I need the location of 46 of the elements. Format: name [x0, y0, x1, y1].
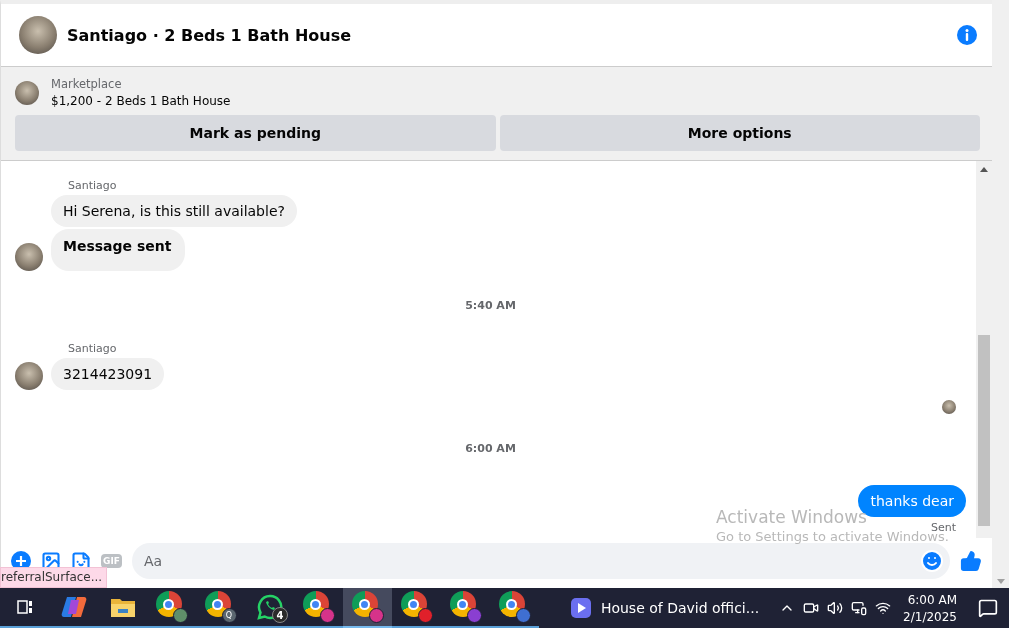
delivery-status: Sent [930, 521, 956, 534]
message-bubble: Message sent [51, 229, 186, 271]
display-icon[interactable] [851, 600, 868, 616]
message-bubble: 3214423091 [51, 358, 165, 390]
camera-icon[interactable] [803, 600, 820, 616]
message-bubble: Hi Serena, is this still available? [51, 195, 297, 227]
conversation-title: Santiago · 2 Beds 1 Bath House [67, 25, 353, 45]
listing-source: Marketplace [51, 77, 123, 91]
sender-name: Santiago [68, 342, 118, 355]
chat-app-icon [256, 594, 283, 620]
info-icon[interactable] [956, 24, 978, 46]
listing-title: $1,200 - 2 Beds 1 Bath House [51, 94, 231, 108]
read-receipt-avatar [942, 400, 956, 414]
task-view-icon [16, 599, 33, 615]
browser-icon [449, 591, 482, 623]
browser-icon [302, 591, 335, 623]
browser-icon [400, 591, 433, 623]
listing-thumbnail [15, 80, 39, 105]
notifications-icon[interactable] [978, 598, 998, 618]
link-status-tooltip: referralSurface... [0, 567, 108, 588]
volume-icon[interactable] [827, 600, 844, 616]
avatar [15, 362, 43, 390]
folder-icon [110, 597, 135, 617]
scrollbar-thumb[interactable] [978, 334, 990, 526]
browser-icon [498, 591, 531, 623]
timestamp: 5:40 AM [465, 299, 516, 312]
taskbar-app[interactable]: Q [196, 588, 245, 628]
listing-action-button[interactable]: Mark as pending [15, 115, 496, 151]
media-title[interactable]: House of David offici... [600, 600, 760, 616]
copilot-icon [60, 594, 87, 620]
photo-placeholder [19, 16, 57, 54]
wifi-icon[interactable] [875, 600, 892, 616]
browser-icon [155, 591, 188, 623]
message-input-field[interactable]: Aa [131, 543, 950, 579]
avatar [15, 243, 43, 271]
timestamp: 6:00 AM [465, 442, 516, 455]
browser-icon [351, 591, 384, 623]
play-icon [570, 598, 591, 618]
notification-count: 4 [272, 607, 288, 623]
clock-date[interactable]: 2/1/2025 [903, 609, 957, 624]
thumbs-up-icon[interactable] [960, 550, 982, 572]
taskbar-app[interactable]: 4 [245, 588, 294, 628]
taskbar-app[interactable] [343, 588, 392, 628]
listing-action-button[interactable]: More options [499, 115, 980, 151]
sender-name: Santiago [68, 179, 118, 192]
clock-time[interactable]: 6:00 AM [907, 592, 957, 607]
